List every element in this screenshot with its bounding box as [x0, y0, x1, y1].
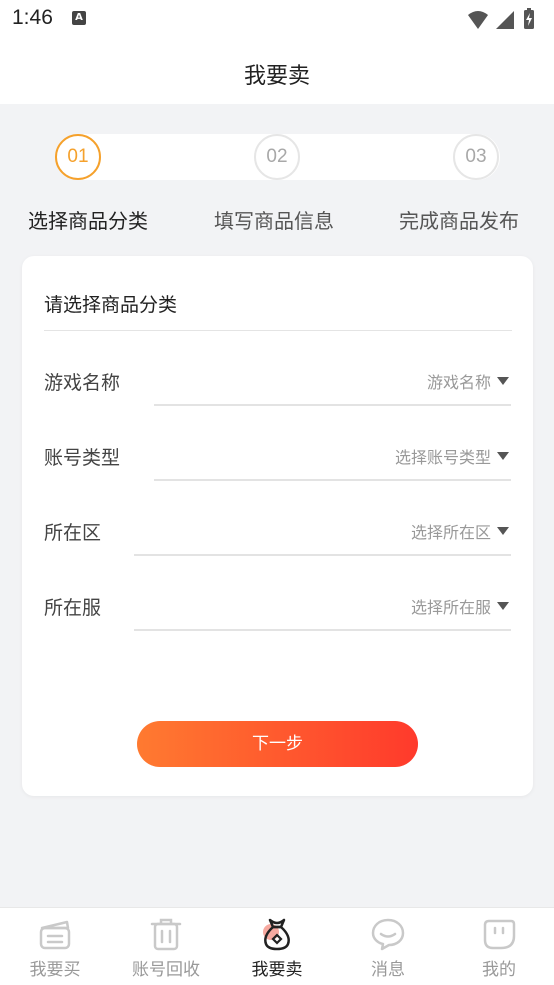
tab-buy-label: 我要买 — [29, 960, 81, 980]
region-label: 所在区 — [44, 522, 102, 544]
tab-recycle[interactable]: 账号回收 — [111, 908, 221, 985]
step-2-circle: 02 — [254, 134, 300, 180]
dropdown-arrow-icon — [497, 452, 509, 460]
step-3-label: 完成商品发布 — [399, 209, 519, 233]
account-type-label: 账号类型 — [44, 447, 121, 469]
region-underline — [134, 554, 511, 556]
step-2-label: 填写商品信息 — [214, 209, 334, 233]
form-title: 请选择商品分类 — [44, 294, 178, 316]
bottom-tab-bar: 我要买 账号回收 我要卖 消息 我的 — [0, 907, 554, 985]
step-1-label: 选择商品分类 — [28, 209, 148, 233]
step-3-circle: 03 — [453, 134, 499, 180]
tab-sell[interactable]: 我要卖 — [222, 908, 332, 985]
step-1-circle: 01 — [55, 134, 101, 180]
tab-messages[interactable]: 消息 — [333, 908, 443, 985]
status-time: 1:46 — [12, 6, 53, 29]
status-bar: 1:46 A — [0, 0, 554, 40]
server-underline — [134, 629, 511, 631]
buy-icon — [39, 920, 71, 950]
tab-messages-label: 消息 — [371, 960, 405, 980]
page-title: 我要卖 — [243, 64, 310, 89]
tab-recycle-label: 账号回收 — [132, 960, 200, 980]
tab-mine-label: 我的 — [482, 960, 516, 980]
profile-icon — [483, 919, 516, 950]
server-placeholder: 选择所在服 — [410, 598, 491, 617]
nav-bar: 我要卖 — [0, 40, 554, 104]
tab-buy[interactable]: 我要买 — [0, 908, 110, 985]
account-type-underline — [154, 479, 511, 481]
status-icons — [466, 7, 546, 37]
trash-icon — [150, 918, 182, 951]
notification-icon: A — [72, 11, 86, 25]
dropdown-arrow-icon — [497, 377, 509, 385]
tab-mine[interactable]: 我的 — [444, 908, 554, 985]
dropdown-arrow-icon — [497, 527, 509, 535]
dropdown-arrow-icon — [497, 602, 509, 610]
game-name-select[interactable]: 游戏名称 — [427, 369, 509, 393]
server-select[interactable]: 选择所在服 — [411, 594, 509, 618]
money-bag-icon — [263, 918, 290, 951]
next-step-button[interactable]: 下一步 — [137, 721, 418, 767]
game-name-underline — [154, 404, 511, 406]
tab-sell-label: 我要卖 — [251, 960, 303, 980]
region-select[interactable]: 选择所在区 — [411, 519, 509, 543]
server-label: 所在服 — [44, 597, 102, 619]
region-placeholder: 选择所在区 — [410, 523, 491, 542]
divider — [44, 330, 512, 331]
signal-battery-icon — [468, 8, 534, 29]
account-type-placeholder: 选择账号类型 — [394, 448, 491, 467]
game-name-label: 游戏名称 — [44, 372, 121, 394]
game-name-placeholder: 游戏名称 — [426, 373, 491, 392]
category-form-card: 请选择商品分类 游戏名称 游戏名称 账号类型 选择账号类型 所在区 选择所在区 … — [22, 256, 533, 796]
chat-icon — [371, 918, 405, 951]
account-type-select[interactable]: 选择账号类型 — [395, 444, 509, 468]
